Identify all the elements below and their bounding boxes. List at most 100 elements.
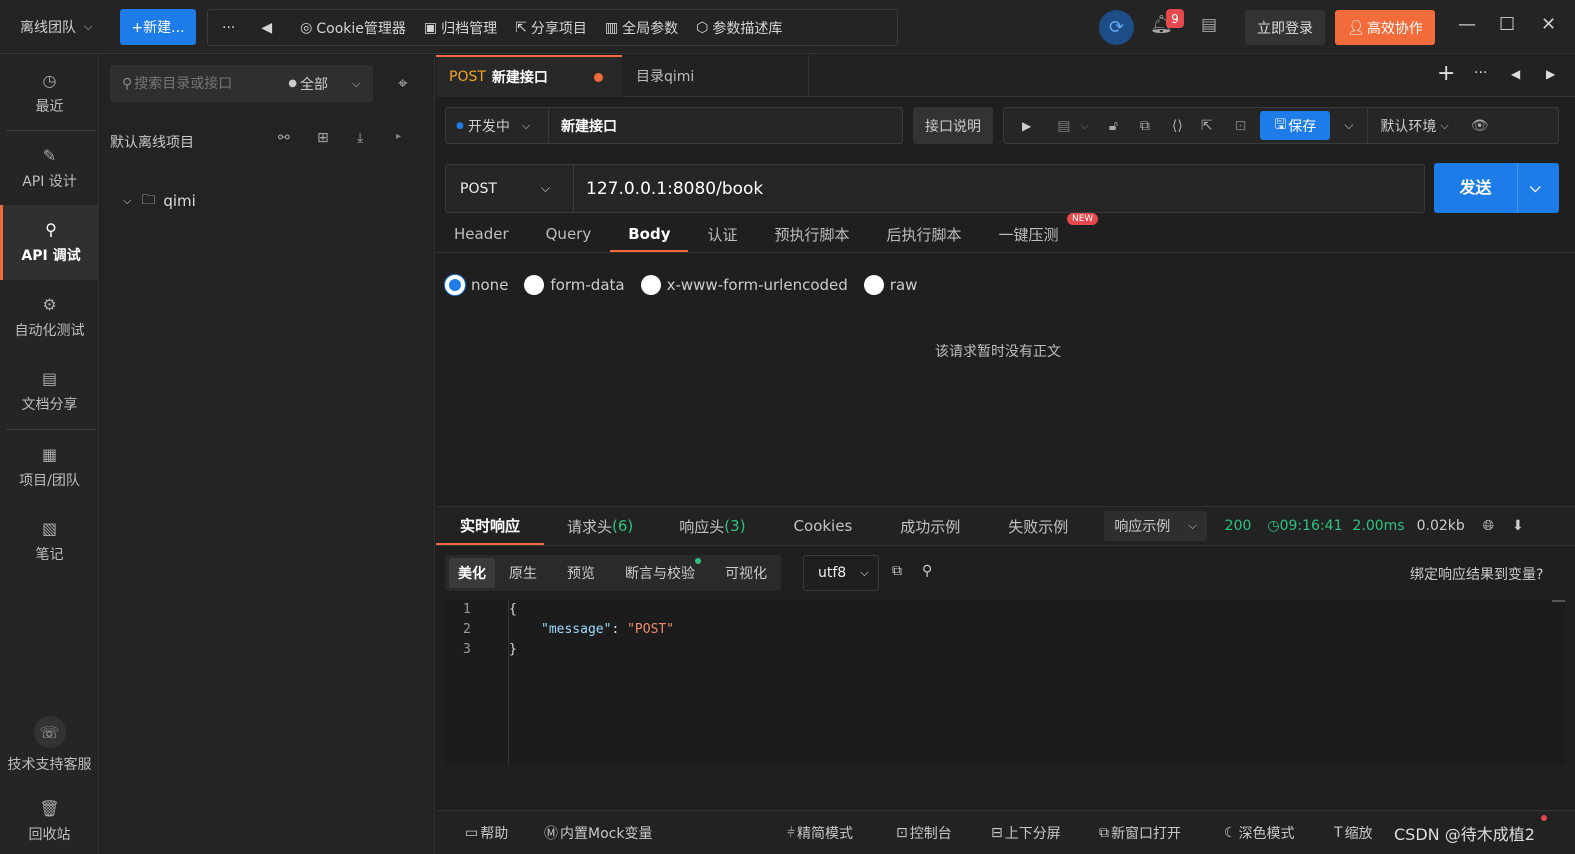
tab-pre-script[interactable]: 预执行脚本 (775, 216, 850, 252)
code-icon[interactable]: ⟨⟩ (1172, 118, 1183, 134)
document-icon[interactable]: ▤ (1201, 15, 1217, 35)
download-icon[interactable]: ⬇ (1512, 518, 1524, 534)
rail-trash[interactable]: 🗑 回收站 (0, 785, 99, 854)
add-folder-icon[interactable]: ⊞ (317, 130, 329, 146)
filter-dropdown[interactable]: ● 全部 ⌵ (288, 74, 360, 94)
encoding-select[interactable]: utf8 ⌵ (803, 555, 879, 591)
mock-vars-button[interactable]: Ⓜ 内置Mock变量 (544, 823, 652, 843)
send-button[interactable]: 发送 ⌵ (1434, 163, 1559, 213)
back-icon[interactable]: ◀ (261, 20, 272, 36)
save-button[interactable]: 🖫︎ 保存 (1260, 111, 1331, 140)
more-icon[interactable]: ▸ (396, 131, 401, 142)
copy-icon[interactable]: ⧉ (1140, 118, 1150, 134)
compact-mode-button[interactable]: ⫩ 精简模式 (787, 823, 853, 843)
bind-variable-link[interactable]: 绑定响应结果到变量? (1410, 564, 1543, 584)
rail-auto-test[interactable]: ⚙ 自动化测试 (0, 281, 99, 353)
screen-icon[interactable]: ▤ (1057, 118, 1070, 134)
method-select[interactable]: POST ⌵ (446, 165, 574, 212)
format-assertions[interactable]: 断言与校验 (625, 558, 701, 583)
tab-new-api[interactable]: POST 新建接口 (436, 55, 622, 97)
globe-icon[interactable]: 🌐︎ (1483, 518, 1494, 534)
tab-query[interactable]: Query (546, 216, 592, 252)
example-select[interactable]: 响应示例 ⌵ (1104, 511, 1207, 541)
format-icon[interactable]: ⊡ (1235, 118, 1247, 134)
format-beautify[interactable]: 美化 (449, 558, 495, 588)
minimize-icon[interactable]: — (1458, 14, 1476, 35)
line-number: 1 (463, 602, 471, 617)
tab-request-headers[interactable]: 请求头 (6) (567, 507, 633, 545)
lock-icon[interactable]: 🔓︎ (1109, 118, 1118, 134)
login-button[interactable]: 立即登录 (1245, 10, 1325, 45)
search-icon[interactable]: ⚲ (922, 563, 932, 579)
rail-support[interactable]: ☏ 技术支持客服 (0, 705, 99, 785)
copy-icon[interactable]: ⧉ (892, 563, 902, 579)
tab-body[interactable]: Body (610, 216, 689, 252)
tab-header[interactable]: Header (454, 216, 509, 252)
add-api-icon[interactable]: ⚯ (278, 130, 290, 146)
tool-global-params[interactable]: ▥ 全局参数 (605, 18, 678, 38)
console-button[interactable]: ⊡ 控制台 (896, 823, 952, 843)
dark-mode-button[interactable]: ☾ 深色模式 (1224, 823, 1295, 843)
tab-response-headers[interactable]: 响应头 (3) (679, 507, 745, 545)
tool-cookie[interactable]: ◎ Cookie管理器 (300, 18, 406, 38)
tab-folder-qimi[interactable]: 目录qimi (622, 55, 809, 97)
locate-icon[interactable]: ⌖ (398, 74, 408, 94)
radio-form-data[interactable]: form-data (524, 275, 625, 295)
window-icon: ⧉ (1099, 825, 1109, 841)
response-code-viewer[interactable]: 1 { 2 "message": "POST" 3 } (445, 600, 1565, 765)
search-input[interactable] (134, 75, 285, 92)
api-doc-button[interactable]: 接口说明 (913, 107, 993, 144)
url-input[interactable]: 127.0.0.1:8080/book (586, 179, 763, 199)
tab-load-test[interactable]: 一键压测 (999, 216, 1059, 252)
format-raw[interactable]: 原生 (509, 563, 537, 583)
collaborate-button[interactable]: 👤︎ 高效协作 (1335, 10, 1435, 45)
folder-item[interactable]: ⌵ 🗀 qimi (123, 189, 196, 213)
tool-share[interactable]: ⇱ 分享项目 (515, 18, 587, 38)
split-view-button[interactable]: ⊟ 上下分屏 (991, 823, 1061, 843)
rail-doc-share[interactable]: ▤ 文档分享 (0, 355, 99, 427)
tab-post-script[interactable]: 后执行脚本 (887, 216, 962, 252)
more-icon[interactable]: ··· (222, 20, 235, 36)
status-dropdown[interactable]: ● 开发中 ⌵ (446, 108, 549, 143)
format-preview[interactable]: 预览 (567, 563, 595, 583)
share-icon[interactable]: ⇱ (1201, 118, 1213, 134)
tool-archive[interactable]: ▣ 归档管理 (424, 18, 497, 38)
team-selector[interactable]: 离线团队 ⌵ (10, 10, 102, 44)
unsaved-dot-icon (593, 72, 603, 82)
eye-icon[interactable]: 👁︎ (1471, 118, 1489, 134)
scrollbar[interactable] (1552, 600, 1565, 602)
close-icon[interactable]: ✕ (1541, 14, 1556, 35)
import-icon[interactable]: ⤓ (357, 130, 363, 146)
tab-live-response[interactable]: 实时响应 (436, 507, 545, 545)
chevron-down-icon: ⌵ (352, 76, 361, 90)
rail-recent[interactable]: ◷ 最近 (0, 57, 99, 129)
radio-urlencoded[interactable]: x-www-form-urlencoded (640, 275, 848, 295)
tab-success-example[interactable]: 成功示例 (900, 507, 960, 545)
tool-param-library[interactable]: ⬡ 参数描述库 (696, 18, 782, 38)
chevron-down-icon[interactable]: ⌵ (1344, 118, 1353, 133)
format-visualize[interactable]: 可视化 (725, 563, 767, 583)
maximize-icon[interactable]: ☐ (1499, 14, 1515, 35)
sync-icon[interactable]: ⟳ (1099, 10, 1134, 45)
help-button[interactable]: ▭ 帮助 (465, 823, 508, 843)
rail-api-debug[interactable]: ⚲ API 调试 (0, 205, 99, 280)
rail-notes[interactable]: ▧ 笔记 (0, 505, 99, 577)
next-tab-icon[interactable]: ▶ (1546, 67, 1555, 81)
rail-project-team[interactable]: ▦ 项目/团队 (0, 431, 99, 503)
add-tab-icon[interactable]: + (1437, 61, 1455, 86)
chevron-down-icon[interactable]: ⌵ (1080, 119, 1088, 133)
more-icon[interactable]: ··· (1474, 65, 1487, 81)
new-window-button[interactable]: ⧉ 新窗口打开 (1099, 823, 1181, 843)
new-button[interactable]: +新建... (120, 9, 196, 45)
tab-auth[interactable]: 认证 (707, 216, 737, 252)
radio-none[interactable]: none (445, 275, 508, 295)
tab-cookies[interactable]: Cookies (794, 507, 853, 545)
rail-api-design[interactable]: ✎ API 设计 (0, 132, 99, 204)
env-selector[interactable]: 默认环境 ⌵ (1367, 108, 1449, 143)
tab-fail-example[interactable]: 失败示例 (1008, 507, 1068, 545)
zoom-button[interactable]: T 缩放 (1334, 823, 1373, 843)
prev-tab-icon[interactable]: ◀ (1511, 67, 1520, 81)
radio-raw[interactable]: raw (863, 275, 917, 295)
run-icon[interactable]: ▶ (1022, 119, 1031, 133)
api-name-input[interactable]: 新建接口 (561, 116, 617, 136)
